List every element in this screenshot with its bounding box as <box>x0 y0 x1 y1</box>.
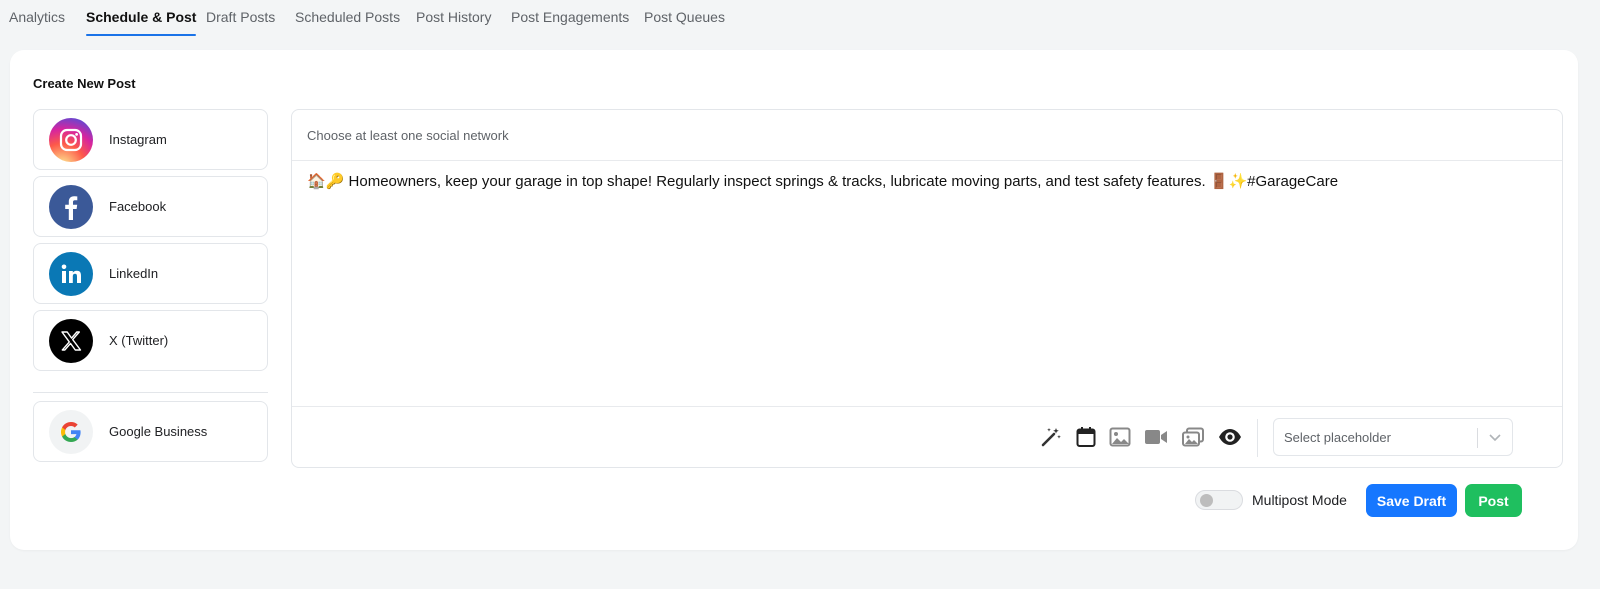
magic-wand-icon[interactable] <box>1039 425 1063 449</box>
multipost-toggle[interactable] <box>1195 490 1243 510</box>
save-draft-button[interactable]: Save Draft <box>1366 484 1457 517</box>
tab-schedule-post[interactable]: Schedule & Post <box>86 9 197 36</box>
multipost-label: Multipost Mode <box>1252 492 1347 508</box>
calendar-icon[interactable] <box>1074 425 1098 449</box>
image-icon[interactable] <box>1108 425 1132 449</box>
linkedin-icon <box>49 251 93 296</box>
post-button[interactable]: Post <box>1465 484 1522 517</box>
network-label: Facebook <box>109 199 167 214</box>
network-divider <box>33 392 268 393</box>
network-label: Google Business <box>109 424 208 439</box>
network-facebook[interactable]: Facebook <box>33 176 268 237</box>
preview-eye-icon[interactable] <box>1218 425 1242 449</box>
tab-post-history[interactable]: Post History <box>416 9 491 36</box>
network-label: Instagram <box>109 132 167 147</box>
editor-toolbar: Select placeholder <box>292 406 1562 467</box>
network-instagram[interactable]: Instagram <box>33 109 268 170</box>
instagram-icon <box>49 117 93 162</box>
tab-draft-posts[interactable]: Draft Posts <box>206 9 275 36</box>
select-divider <box>1477 428 1478 448</box>
facebook-icon <box>49 184 93 229</box>
tab-analytics[interactable]: Analytics <box>9 9 65 36</box>
x-twitter-icon <box>49 318 93 363</box>
gallery-icon[interactable] <box>1181 425 1205 449</box>
network-label: LinkedIn <box>109 266 159 281</box>
post-content-textarea[interactable]: 🏠🔑 Homeowners, keep your garage in top s… <box>307 172 1547 192</box>
video-icon[interactable] <box>1144 425 1168 449</box>
card-title: Create New Post <box>33 76 136 91</box>
tab-post-queues[interactable]: Post Queues <box>644 9 725 36</box>
network-google-business[interactable]: Google Business <box>33 401 268 462</box>
placeholder-select-value: Select placeholder <box>1284 429 1391 445</box>
toggle-knob <box>1200 494 1213 507</box>
create-post-card: Create New Post Instagram Facebook Linke… <box>10 50 1578 550</box>
network-label: X (Twitter) <box>109 333 169 348</box>
network-linkedin[interactable]: LinkedIn <box>33 243 268 304</box>
tab-bar: Analytics Schedule & Post Draft Posts Sc… <box>0 0 1600 36</box>
tab-post-engagements[interactable]: Post Engagements <box>511 9 629 36</box>
editor-header: Choose at least one social network <box>292 110 1562 161</box>
chevron-down-icon <box>1488 430 1502 447</box>
placeholder-select[interactable]: Select placeholder <box>1273 418 1513 456</box>
post-editor: Choose at least one social network 🏠🔑 Ho… <box>291 109 1563 468</box>
tab-scheduled-posts[interactable]: Scheduled Posts <box>295 9 400 36</box>
toolbar-divider <box>1257 419 1258 457</box>
network-x-twitter[interactable]: X (Twitter) <box>33 310 268 371</box>
google-icon <box>49 409 93 454</box>
